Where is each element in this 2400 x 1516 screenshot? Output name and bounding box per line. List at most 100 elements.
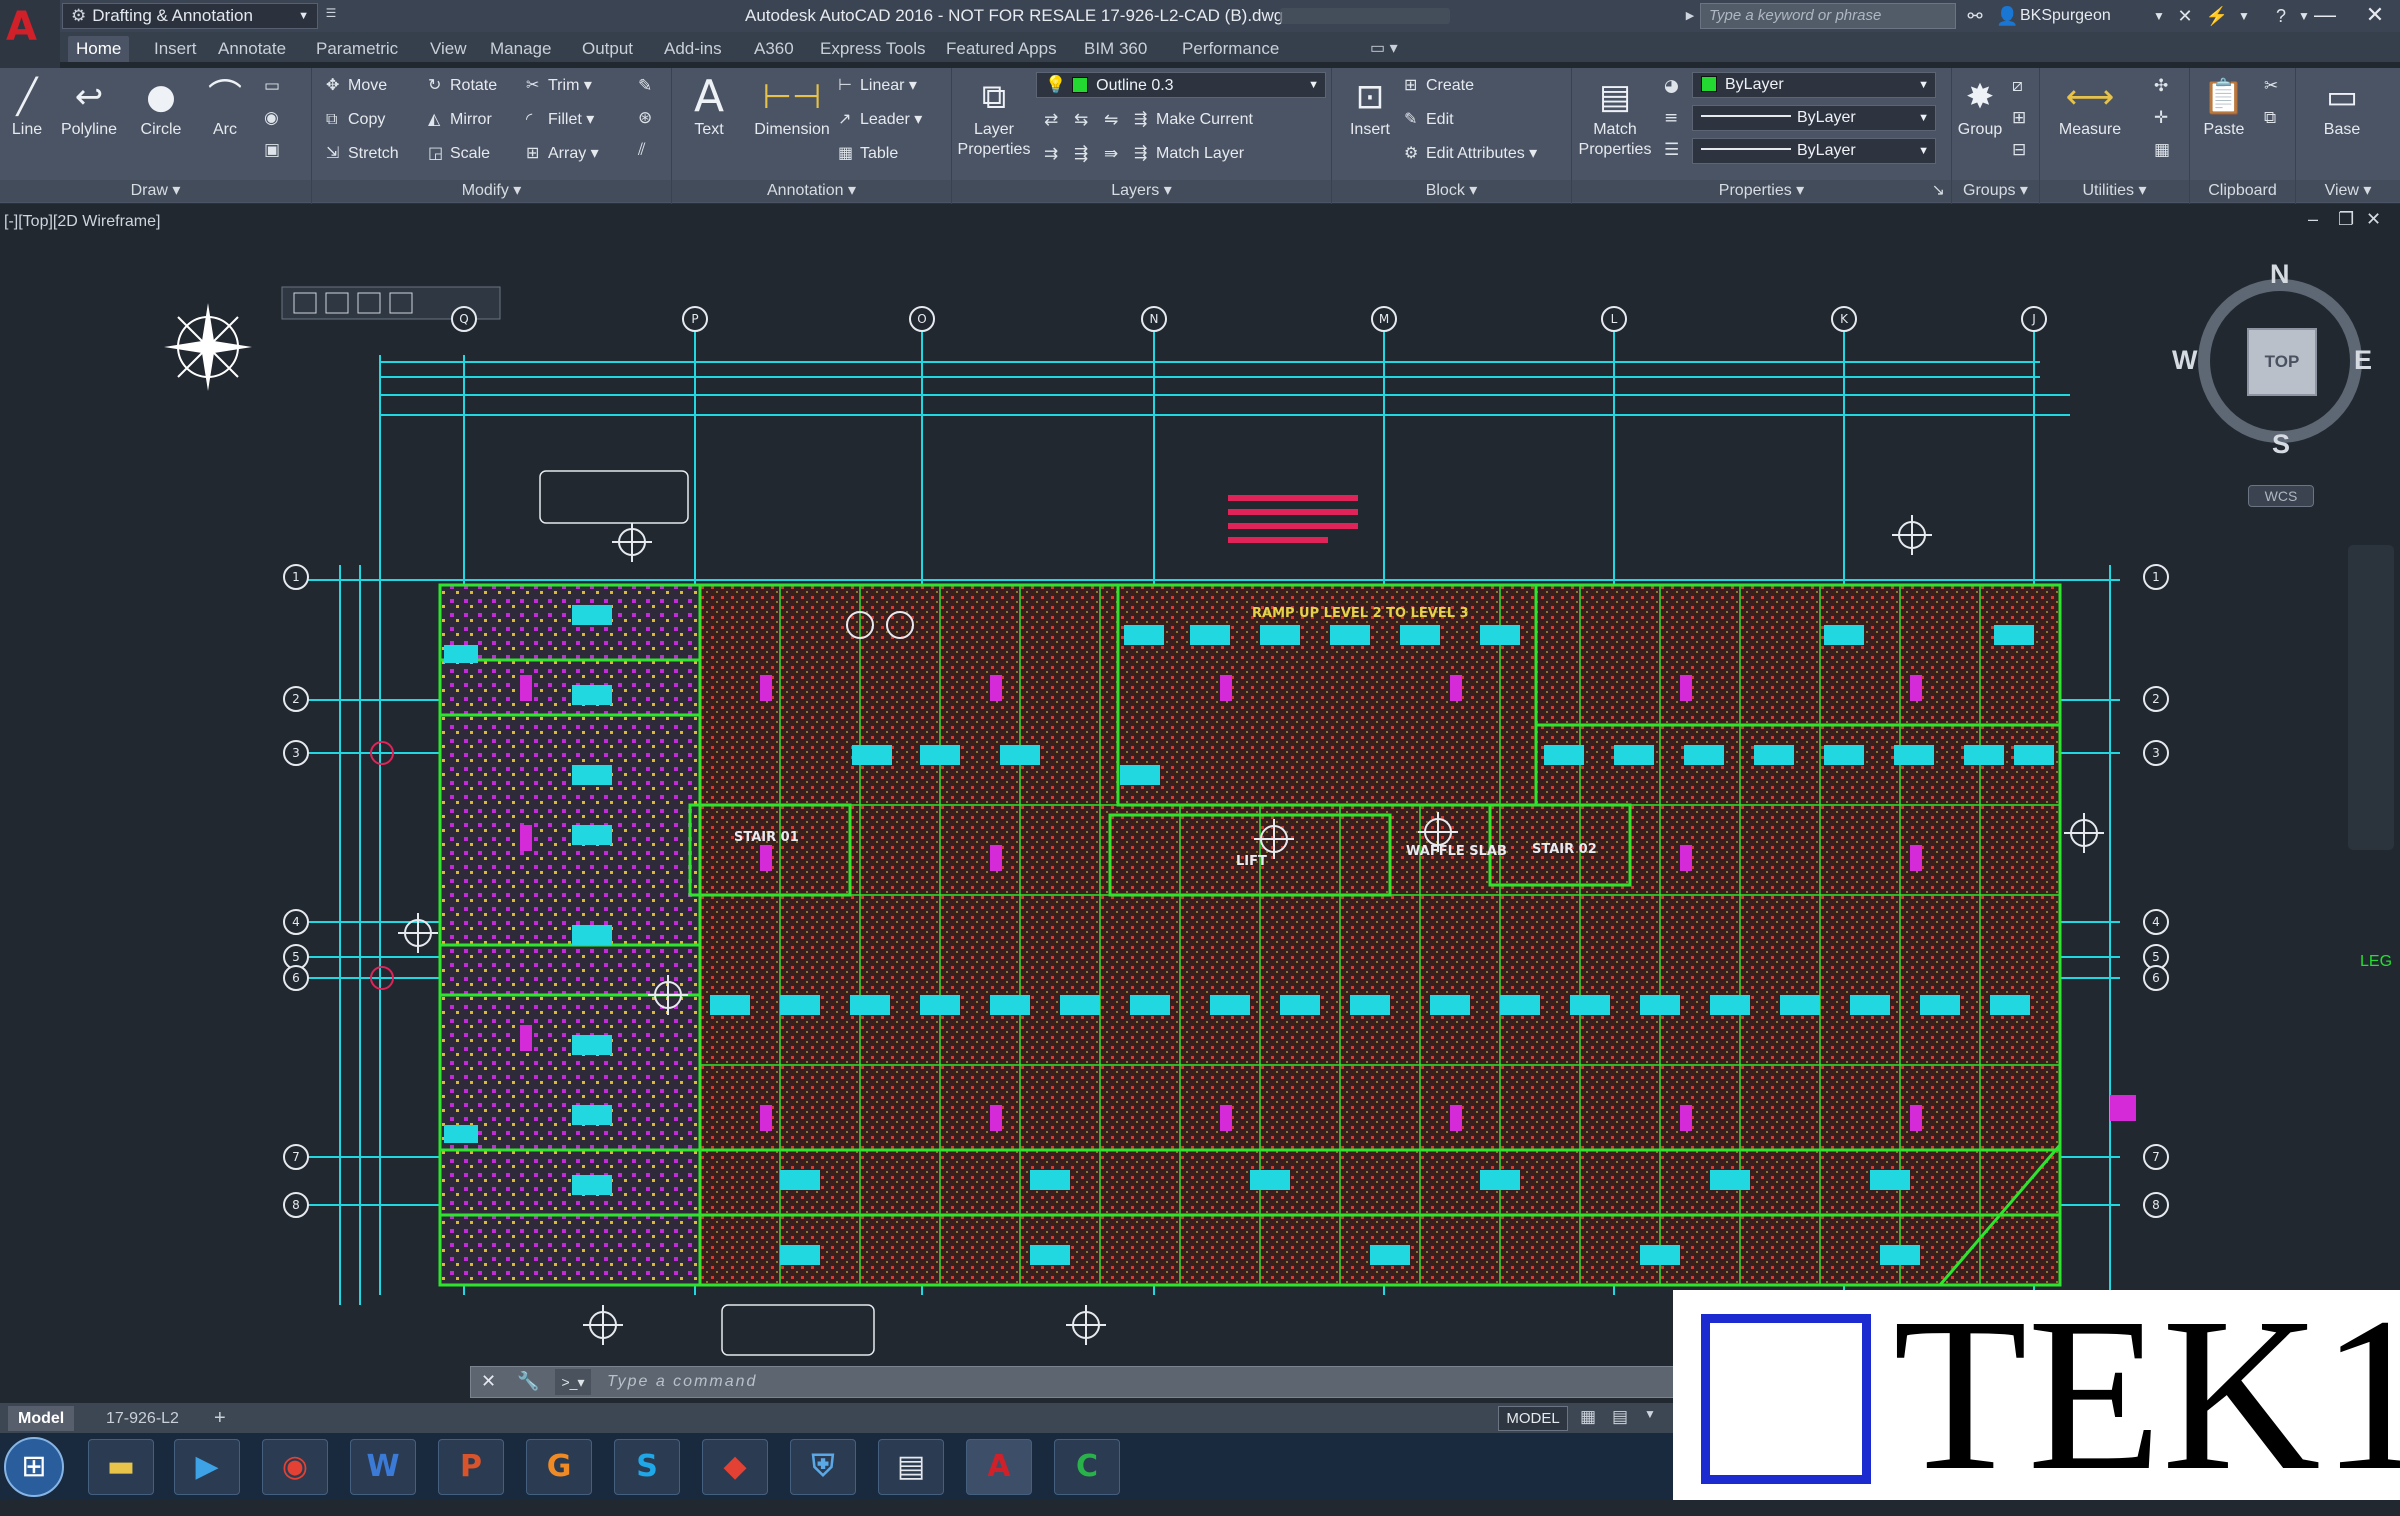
scale-button[interactable]: ◲ Scale [428, 142, 490, 165]
explode-icon[interactable]: ⊛ [638, 108, 652, 128]
viewcube-east[interactable]: E [2354, 345, 2372, 376]
lineweight-dropdown[interactable]: ByLayer ▼ [1692, 105, 1936, 131]
group-select-icon[interactable]: ⊟ [2012, 140, 2026, 160]
line-button[interactable]: ╱ Line [2, 74, 52, 140]
edit-attributes-button[interactable]: ⚙ Edit Attributes ▾ [1404, 142, 1537, 165]
polyline-button[interactable]: ↩ Polyline [54, 74, 124, 140]
viewport-controls-label[interactable]: [-][Top][2D Wireframe] [4, 213, 160, 231]
powerpoint-icon[interactable]: P [438, 1439, 504, 1495]
navigation-bar[interactable] [2348, 545, 2394, 850]
ribbon-display-toggle-icon[interactable]: ▭ ▾ [1370, 36, 1398, 62]
chevron-down-icon[interactable]: ▼ [2148, 0, 2170, 32]
close-button[interactable]: ✕ [2350, 0, 2400, 32]
draw-panel-label[interactable]: Draw ▾ [0, 180, 311, 202]
calculator-icon[interactable]: ▦ [2154, 140, 2170, 160]
grid-display-icon[interactable]: ▦ [1580, 1407, 1596, 1427]
floor-plan-drawing[interactable]: Q P O N M L K J 1 2 3 4 5 6 7 8 1 2 3 4 … [0, 205, 2400, 1403]
a360-icon[interactable]: ⚡ [2204, 0, 2230, 32]
tab-performance[interactable]: Performance [1174, 36, 1287, 62]
user-icon[interactable]: 👤 [1996, 0, 2018, 32]
ungroup-icon[interactable]: ⧄ [2012, 76, 2023, 96]
application-menu-button[interactable]: A [0, 0, 60, 68]
dialog-launcher-icon[interactable]: ↘ [1932, 180, 1945, 202]
view-panel-label[interactable]: View ▾ [2296, 180, 2400, 202]
trim-button[interactable]: ✂ Trim ▾ [526, 74, 592, 97]
chevron-down-icon[interactable]: ▼ [2234, 0, 2254, 32]
modify-panel-label[interactable]: Modify ▾ [312, 180, 671, 202]
viewcube-south[interactable]: S [2272, 429, 2290, 460]
layer-walk-icon[interactable]: ⇛ [1104, 144, 1118, 164]
user-name[interactable]: BKSpurgeon [2020, 0, 2111, 32]
table-button[interactable]: ▦ Table [838, 142, 898, 165]
mirror-button[interactable]: ◭ Mirror [428, 108, 492, 131]
color-dropdown[interactable]: ByLayer ▼ [1692, 72, 1936, 98]
layer-unlock-icon[interactable]: ⇶ [1074, 144, 1088, 164]
text-button[interactable]: A Text [684, 74, 734, 140]
tab-model[interactable]: Model [8, 1406, 75, 1431]
insert-button[interactable]: ⊡ Insert [1340, 74, 1400, 140]
utilities-panel-label[interactable]: Utilities ▾ [2040, 180, 2189, 202]
tab-manage[interactable]: Manage [482, 36, 559, 62]
viewport-minimize-icon[interactable]: – [2308, 209, 2318, 230]
fillet-button[interactable]: ◜ Fillet ▾ [526, 108, 594, 131]
match-properties-button[interactable]: ▤ Match Properties [1572, 74, 1658, 160]
command-line[interactable]: ✕ 🔧 >_▾ Type a command [470, 1366, 1700, 1398]
copy-clip-icon[interactable]: ⧉ [2264, 108, 2276, 128]
offset-icon[interactable]: ⫽ [638, 140, 646, 160]
drawing-viewport[interactable]: Q P O N M L K J 1 2 3 4 5 6 7 8 1 2 3 4 … [0, 205, 2400, 1403]
base-view-button[interactable]: ▭ Base [2310, 74, 2374, 140]
git-icon[interactable]: ◆ [702, 1439, 768, 1495]
id-point-icon[interactable]: ✛ [2154, 108, 2168, 128]
c-app-icon[interactable]: C [1054, 1439, 1120, 1495]
add-layout-icon[interactable]: + [204, 1406, 236, 1431]
skype-icon[interactable]: S [614, 1439, 680, 1495]
linetype-dropdown[interactable]: ByLayer ▼ [1692, 138, 1936, 164]
tab-insert[interactable]: Insert [146, 36, 205, 62]
layer-off-icon[interactable]: ⇄ [1044, 110, 1058, 130]
copy-button[interactable]: ⧉ Copy [326, 108, 385, 131]
snap-mode-icon[interactable]: ▤ [1612, 1407, 1628, 1427]
exchange-icon[interactable]: ✕ [2172, 0, 2198, 32]
arc-button[interactable]: ⌒ Arc [198, 74, 252, 140]
notepad-icon[interactable]: ▤ [878, 1439, 944, 1495]
recent-commands-icon[interactable]: >_▾ [555, 1369, 591, 1395]
layer-properties-button[interactable]: ⧉ Layer Properties [952, 74, 1036, 160]
viewcube-west[interactable]: W [2172, 345, 2197, 376]
help-icon[interactable]: ? [2268, 0, 2294, 32]
word-icon[interactable]: W [350, 1439, 416, 1495]
properties-panel-label[interactable]: Properties ▾ ↘ [1572, 180, 1951, 202]
edit-block-button[interactable]: ✎ Edit [1404, 108, 1454, 131]
layer-isolate-icon[interactable]: ⇆ [1074, 110, 1088, 130]
tab-annotate[interactable]: Annotate [210, 36, 294, 62]
layer-dropdown[interactable]: 💡 Outline 0.3 ▼ [1036, 72, 1326, 98]
make-current-button[interactable]: ⇶ Make Current [1134, 108, 1253, 131]
file-explorer-icon[interactable]: ▬ [88, 1439, 154, 1495]
chrome-icon[interactable]: ◉ [262, 1439, 328, 1495]
viewport-restore-icon[interactable]: ❐ [2338, 209, 2354, 230]
viewcube-north[interactable]: N [2270, 259, 2290, 290]
group-button[interactable]: ✸ Group [1952, 74, 2008, 140]
close-command-icon[interactable]: ✕ [481, 1371, 496, 1392]
erase-icon[interactable]: ✎ [638, 76, 652, 96]
chevron-down-icon[interactable]: ▼ [1644, 1407, 1656, 1421]
circle-button[interactable]: ● Circle [128, 74, 194, 140]
autocad-taskbar-icon[interactable]: A [966, 1439, 1032, 1495]
rectangle-icon[interactable]: ▭ [264, 76, 280, 96]
viewcube-top-face[interactable]: TOP [2247, 328, 2317, 396]
leader-button[interactable]: ↗ Leader ▾ [838, 108, 922, 131]
tab-express-tools[interactable]: Express Tools [812, 36, 934, 62]
linear-button[interactable]: ⊢ Linear ▾ [838, 74, 917, 97]
customize-icon[interactable]: 🔧 [517, 1371, 539, 1392]
layers-panel-label[interactable]: Layers ▾ [952, 180, 1331, 202]
tab-output[interactable]: Output [574, 36, 641, 62]
shield-icon[interactable]: ⛨ [790, 1439, 856, 1495]
command-input[interactable]: Type a command [607, 1367, 757, 1397]
expand-arrow-icon[interactable]: ▶ [1682, 0, 1698, 32]
media-player-icon[interactable]: ▶ [174, 1439, 240, 1495]
hatch-icon[interactable]: ◉ [264, 108, 279, 128]
quick-access-menu-icon[interactable]: ☰ [322, 6, 340, 26]
measure-button[interactable]: ⟷ Measure [2050, 74, 2130, 140]
clipboard-panel-label[interactable]: Clipboard [2190, 180, 2295, 202]
stretch-button[interactable]: ⇲ Stretch [326, 142, 399, 165]
region-icon[interactable]: ▣ [264, 140, 280, 160]
